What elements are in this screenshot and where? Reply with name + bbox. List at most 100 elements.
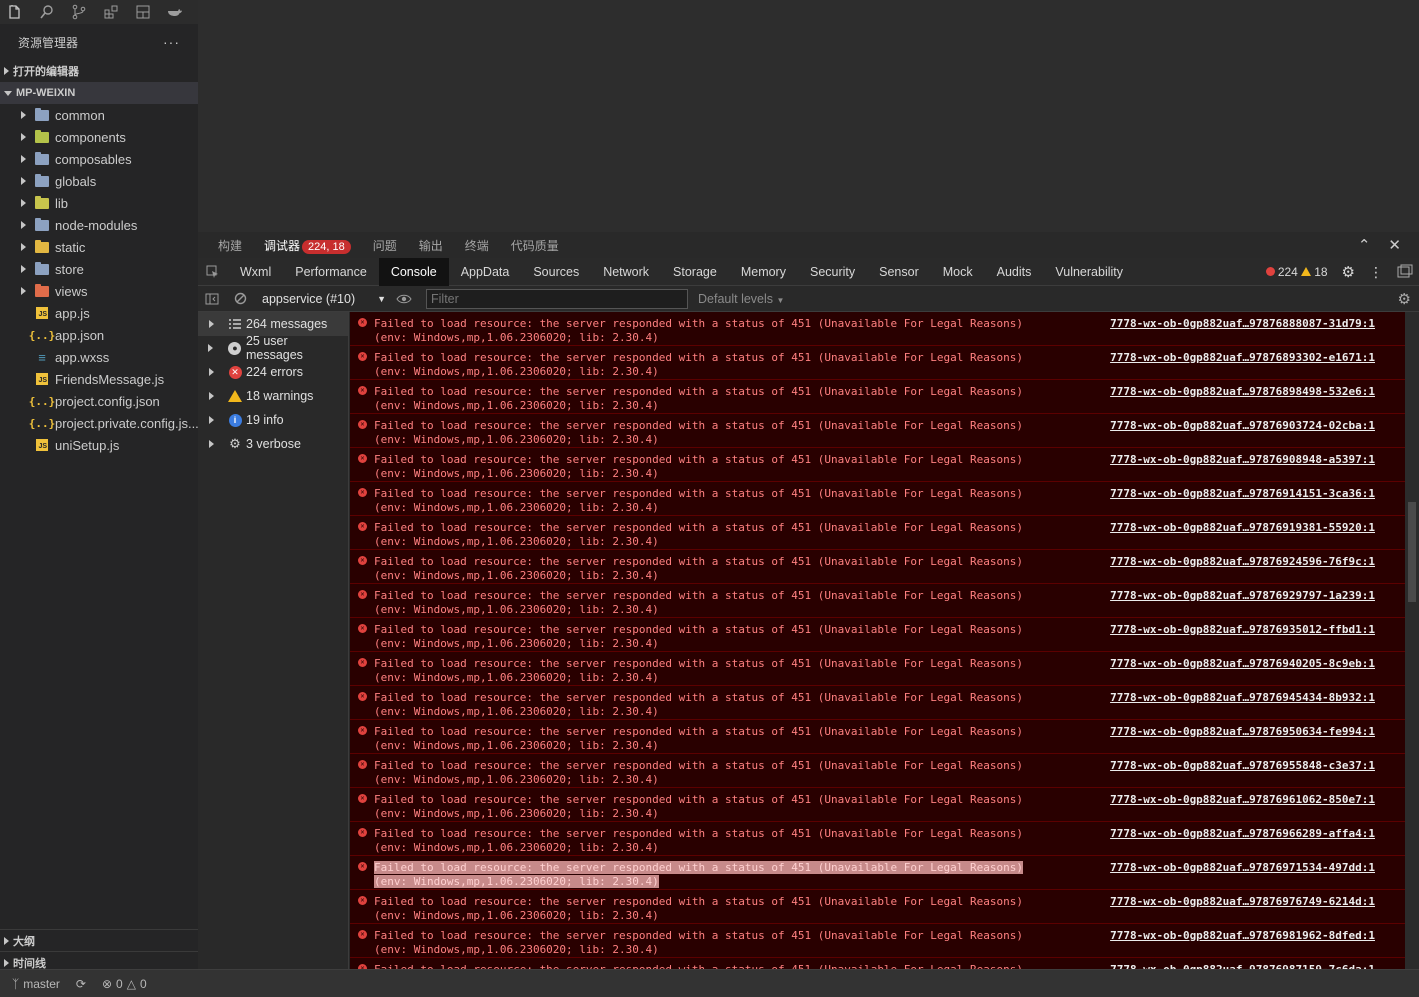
tab-memory[interactable]: Memory	[729, 258, 798, 286]
close-icon[interactable]: ✕	[1388, 236, 1401, 254]
outline-section[interactable]: 大纲	[0, 929, 198, 951]
inspect-element-icon[interactable]	[198, 265, 228, 279]
log-entry[interactable]: ✕Failed to load resource: the server res…	[350, 312, 1405, 346]
branch-indicator[interactable]: ᛉ master	[12, 977, 60, 991]
docker-icon[interactable]	[166, 3, 184, 21]
settings-gear-icon[interactable]: ⚙	[1342, 263, 1355, 281]
log-entry[interactable]: ✕Failed to load resource: the server res…	[350, 924, 1405, 958]
log-entry[interactable]: ✕Failed to load resource: the server res…	[350, 652, 1405, 686]
tab-sensor[interactable]: Sensor	[867, 258, 931, 286]
log-source-link[interactable]: 7778-wx-ob-0gp882uaf…97876935012-ffbd1:1	[1110, 623, 1375, 637]
tab-build[interactable]: 构建	[218, 237, 242, 254]
log-source-link[interactable]: 7778-wx-ob-0gp882uaf…97876971534-497dd:1	[1110, 861, 1375, 875]
log-source-link[interactable]: 7778-wx-ob-0gp882uaf…97876903724-02cba:1	[1110, 419, 1375, 433]
more-vertical-icon[interactable]: ⋮	[1369, 264, 1383, 281]
more-actions-icon[interactable]: ···	[163, 34, 180, 50]
log-entry[interactable]: ✕Failed to load resource: the server res…	[350, 380, 1405, 414]
tab-output[interactable]: 输出	[419, 237, 443, 254]
log-source-link[interactable]: 7778-wx-ob-0gp882uaf…97876898498-532e6:1	[1110, 385, 1375, 399]
log-source-link[interactable]: 7778-wx-ob-0gp882uaf…97876888087-31d79:1	[1110, 317, 1375, 331]
folder-item[interactable]: common	[0, 104, 198, 126]
log-entry[interactable]: ✕Failed to load resource: the server res…	[350, 448, 1405, 482]
clear-console-icon[interactable]	[226, 292, 254, 305]
tab-console[interactable]: Console	[378, 257, 449, 286]
sync-icon[interactable]: ⟳	[76, 977, 86, 991]
tab-mock[interactable]: Mock	[931, 258, 985, 286]
folder-item[interactable]: components	[0, 126, 198, 148]
folder-item[interactable]: store	[0, 258, 198, 280]
log-source-link[interactable]: 7778-wx-ob-0gp882uaf…97876945434-8b932:1	[1110, 691, 1375, 705]
extensions-icon[interactable]	[102, 3, 120, 21]
file-item[interactable]: {..} project.config.json	[0, 390, 198, 412]
log-entry[interactable]: ✕Failed to load resource: the server res…	[350, 856, 1405, 890]
context-select[interactable]: appservice (#10) ▼	[254, 292, 390, 306]
scrollbar-thumb[interactable]	[1408, 502, 1416, 602]
file-item[interactable]: JS FriendsMessage.js	[0, 368, 198, 390]
sidebar-toggle-icon[interactable]	[198, 293, 226, 305]
file-item[interactable]: JS uniSetup.js	[0, 434, 198, 456]
tab-terminal[interactable]: 终端	[465, 237, 489, 254]
sidebar-item-verbose[interactable]: ⚙ 3 verbose	[198, 432, 348, 456]
file-item[interactable]: {..} project.private.config.js...	[0, 412, 198, 434]
tab-vulnerability[interactable]: Vulnerability	[1043, 258, 1135, 286]
log-entry[interactable]: ✕Failed to load resource: the server res…	[350, 720, 1405, 754]
source-control-icon[interactable]	[70, 3, 88, 21]
log-levels-dropdown[interactable]: Default levels ▼	[698, 292, 784, 306]
project-section[interactable]: MP-WEIXIN	[0, 82, 198, 104]
log-source-link[interactable]: 7778-wx-ob-0gp882uaf…97876976749-6214d:1	[1110, 895, 1375, 909]
undock-icon[interactable]	[1397, 264, 1413, 281]
tab-audits[interactable]: Audits	[985, 258, 1044, 286]
folder-item[interactable]: node-modules	[0, 214, 198, 236]
log-source-link[interactable]: 7778-wx-ob-0gp882uaf…97876929797-1a239:1	[1110, 589, 1375, 603]
folder-item[interactable]: composables	[0, 148, 198, 170]
open-editors-section[interactable]: 打开的编辑器	[0, 60, 198, 82]
log-source-link[interactable]: 7778-wx-ob-0gp882uaf…97876940205-8c9eb:1	[1110, 657, 1375, 671]
log-source-link[interactable]: 7778-wx-ob-0gp882uaf…97876961062-850e7:1	[1110, 793, 1375, 807]
sidebar-item-all-messages[interactable]: 264 messages	[198, 312, 348, 336]
tab-code-quality[interactable]: 代码质量	[511, 237, 559, 254]
log-entry[interactable]: ✕Failed to load resource: the server res…	[350, 686, 1405, 720]
error-counter[interactable]: 224 18	[1265, 265, 1328, 279]
log-entry[interactable]: ✕Failed to load resource: the server res…	[350, 890, 1405, 924]
eye-icon[interactable]	[390, 294, 418, 304]
filter-input[interactable]	[426, 288, 688, 309]
folder-item[interactable]: views	[0, 280, 198, 302]
folder-item[interactable]: static	[0, 236, 198, 258]
log-entry[interactable]: ✕Failed to load resource: the server res…	[350, 754, 1405, 788]
sidebar-item-user-messages[interactable]: ● 25 user messages	[198, 334, 348, 362]
tab-network[interactable]: Network	[591, 258, 661, 286]
sidebar-item-warnings[interactable]: 18 warnings	[198, 384, 348, 408]
files-icon[interactable]	[6, 3, 24, 21]
log-entry[interactable]: ✕Failed to load resource: the server res…	[350, 482, 1405, 516]
file-item[interactable]: {..} app.json	[0, 324, 198, 346]
log-entry[interactable]: ✕Failed to load resource: the server res…	[350, 414, 1405, 448]
tab-sources[interactable]: Sources	[521, 258, 591, 286]
log-entry[interactable]: ✕Failed to load resource: the server res…	[350, 822, 1405, 856]
panel-icon[interactable]	[134, 3, 152, 21]
problems-indicator[interactable]: ⊗ 0 △ 0	[102, 977, 147, 991]
sidebar-item-errors[interactable]: ✕ 224 errors	[198, 360, 348, 384]
tab-problems[interactable]: 问题	[373, 237, 397, 254]
tab-performance[interactable]: Performance	[283, 258, 379, 286]
log-entry[interactable]: ✕Failed to load resource: the server res…	[350, 346, 1405, 380]
folder-item[interactable]: lib	[0, 192, 198, 214]
tab-wxml[interactable]: Wxml	[228, 258, 283, 286]
log-source-link[interactable]: 7778-wx-ob-0gp882uaf…97876981962-8dfed:1	[1110, 929, 1375, 943]
log-source-link[interactable]: 7778-wx-ob-0gp882uaf…97876966289-affa4:1	[1110, 827, 1375, 841]
log-source-link[interactable]: 7778-wx-ob-0gp882uaf…97876893302-e1671:1	[1110, 351, 1375, 365]
tab-appdata[interactable]: AppData	[449, 258, 522, 286]
log-source-link[interactable]: 7778-wx-ob-0gp882uaf…97876924596-76f9c:1	[1110, 555, 1375, 569]
folder-item[interactable]: globals	[0, 170, 198, 192]
log-entry[interactable]: ✕Failed to load resource: the server res…	[350, 516, 1405, 550]
file-item[interactable]: JS app.js	[0, 302, 198, 324]
log-source-link[interactable]: 7778-wx-ob-0gp882uaf…97876908948-a5397:1	[1110, 453, 1375, 467]
search-icon[interactable]	[38, 3, 56, 21]
log-entry[interactable]: ✕Failed to load resource: the server res…	[350, 584, 1405, 618]
tab-debugger[interactable]: 调试器 224, 18	[264, 237, 351, 254]
file-item[interactable]: ≡ app.wxss	[0, 346, 198, 368]
log-entry[interactable]: ✕Failed to load resource: the server res…	[350, 958, 1405, 969]
tab-security[interactable]: Security	[798, 258, 867, 286]
log-entry[interactable]: ✕Failed to load resource: the server res…	[350, 618, 1405, 652]
sidebar-item-info[interactable]: i 19 info	[198, 408, 348, 432]
log-source-link[interactable]: 7778-wx-ob-0gp882uaf…97876955848-c3e37:1	[1110, 759, 1375, 773]
